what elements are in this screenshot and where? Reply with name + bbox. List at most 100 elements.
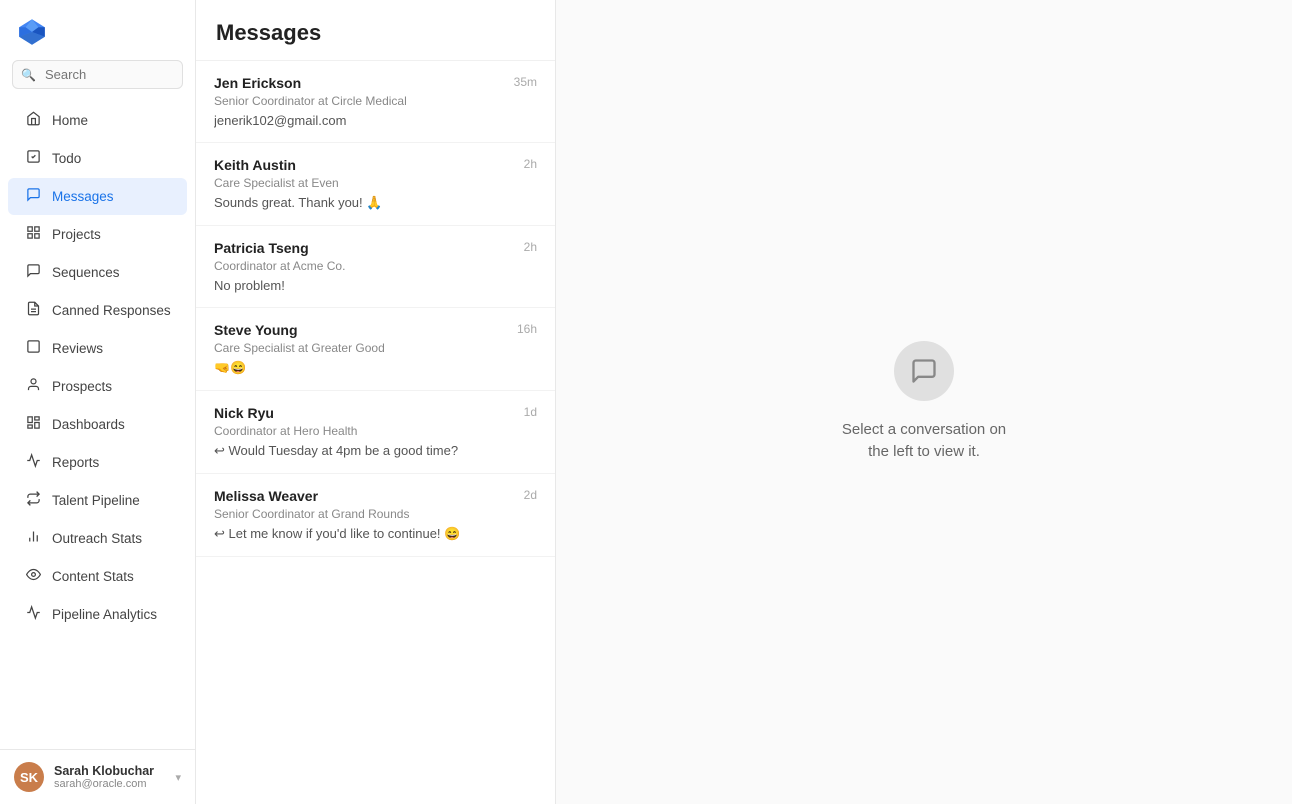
- conversation-item[interactable]: Jen Erickson 35m Senior Coordinator at C…: [196, 61, 555, 143]
- sidebar-item-label: Sequences: [52, 265, 120, 280]
- conv-top: Nick Ryu 1d: [214, 405, 537, 421]
- sidebar-item-canned-responses[interactable]: Canned Responses: [8, 292, 187, 329]
- sidebar-item-label: Home: [52, 113, 88, 128]
- conv-preview-text: jenerik102@gmail.com: [214, 113, 529, 128]
- search-input[interactable]: [12, 60, 183, 89]
- main-content: Messages Jen Erickson 35m Senior Coordin…: [196, 0, 1292, 804]
- page-title: Messages: [216, 20, 535, 46]
- conv-top: Melissa Weaver 2d: [214, 488, 537, 504]
- sidebar-item-label: Dashboards: [52, 417, 125, 432]
- conv-preview-text: No problem!: [214, 278, 529, 293]
- conv-preview: ↩ Let me know if you'd like to continue!…: [214, 526, 537, 542]
- sidebar-item-todo[interactable]: Todo: [8, 140, 187, 177]
- conv-name: Melissa Weaver: [214, 488, 318, 504]
- sidebar-item-sequences[interactable]: Sequences: [8, 254, 187, 291]
- conv-name: Patricia Tseng: [214, 240, 309, 256]
- conv-top: Steve Young 16h: [214, 322, 537, 338]
- conv-preview: ↩ Would Tuesday at 4pm be a good time?: [214, 443, 537, 459]
- empty-icon: [894, 341, 954, 401]
- projects-icon: [24, 225, 42, 244]
- conversation-item[interactable]: Melissa Weaver 2d Senior Coordinator at …: [196, 474, 555, 557]
- conv-time: 16h: [517, 322, 537, 336]
- sidebar-item-talent-pipeline[interactable]: Talent Pipeline: [8, 482, 187, 519]
- search-box[interactable]: 🔍: [12, 60, 183, 89]
- conv-preview-text: 🤜😄: [214, 360, 529, 376]
- conv-name: Keith Austin: [214, 157, 296, 173]
- sidebar: 🔍 Home Todo Messages Projects Sequences …: [0, 0, 196, 804]
- sidebar-item-outreach-stats[interactable]: Outreach Stats: [8, 520, 187, 557]
- nav-menu: Home Todo Messages Projects Sequences Ca…: [0, 101, 195, 749]
- conversation-item[interactable]: Nick Ryu 1d Coordinator at Hero Health ↩…: [196, 391, 555, 474]
- search-icon: 🔍: [21, 68, 36, 82]
- sequences-icon: [24, 263, 42, 282]
- user-email: sarah@oracle.com: [54, 778, 165, 790]
- sidebar-item-reports[interactable]: Reports: [8, 444, 187, 481]
- dashboards-icon: [24, 415, 42, 434]
- conv-name: Jen Erickson: [214, 75, 301, 91]
- conversation-item[interactable]: Keith Austin 2h Care Specialist at Even …: [196, 143, 555, 226]
- conversation-item[interactable]: Steve Young 16h Care Specialist at Great…: [196, 308, 555, 391]
- user-profile[interactable]: SK Sarah Klobuchar sarah@oracle.com ▾: [0, 749, 195, 804]
- sidebar-item-prospects[interactable]: Prospects: [8, 368, 187, 405]
- chevron-down-icon: ▾: [175, 771, 181, 784]
- conversation-item[interactable]: Patricia Tseng 2h Coordinator at Acme Co…: [196, 226, 555, 308]
- conv-role: Coordinator at Hero Health: [214, 424, 537, 438]
- conversation-list: Jen Erickson 35m Senior Coordinator at C…: [196, 61, 555, 804]
- sidebar-item-projects[interactable]: Projects: [8, 216, 187, 253]
- sidebar-item-label: Content Stats: [52, 569, 134, 584]
- user-name: Sarah Klobuchar: [54, 764, 165, 778]
- messages-icon: [24, 187, 42, 206]
- todo-icon: [24, 149, 42, 168]
- prospects-icon: [24, 377, 42, 396]
- avatar: SK: [14, 762, 44, 792]
- pipeline-analytics-icon: [24, 605, 42, 624]
- conv-preview-text: Sounds great. Thank you! 🙏: [214, 195, 529, 211]
- conv-name: Steve Young: [214, 322, 298, 338]
- conv-time: 35m: [514, 75, 537, 89]
- conv-preview: No problem!: [214, 278, 537, 293]
- conv-preview: Sounds great. Thank you! 🙏: [214, 195, 537, 211]
- sidebar-item-label: Reviews: [52, 341, 103, 356]
- conv-role: Care Specialist at Even: [214, 176, 537, 190]
- sidebar-item-home[interactable]: Home: [8, 102, 187, 139]
- sidebar-item-reviews[interactable]: Reviews: [8, 330, 187, 367]
- sidebar-item-pipeline-analytics[interactable]: Pipeline Analytics: [8, 596, 187, 633]
- sidebar-item-dashboards[interactable]: Dashboards: [8, 406, 187, 443]
- talent-pipeline-icon: [24, 491, 42, 510]
- empty-state-text: Select a conversation on the left to vie…: [842, 419, 1006, 464]
- outreach-stats-icon: [24, 529, 42, 548]
- conv-time: 2h: [524, 240, 537, 254]
- conv-role: Senior Coordinator at Grand Rounds: [214, 507, 537, 521]
- sidebar-item-label: Talent Pipeline: [52, 493, 140, 508]
- sidebar-item-label: Todo: [52, 151, 81, 166]
- conv-preview: 🤜😄: [214, 360, 537, 376]
- messages-header: Messages: [196, 0, 555, 61]
- sidebar-item-label: Projects: [52, 227, 101, 242]
- conv-time: 1d: [524, 405, 537, 419]
- sidebar-item-messages[interactable]: Messages: [8, 178, 187, 215]
- conv-role: Senior Coordinator at Circle Medical: [214, 94, 537, 108]
- conv-top: Keith Austin 2h: [214, 157, 537, 173]
- conv-preview-text: ↩ Let me know if you'd like to continue!…: [214, 526, 529, 542]
- sidebar-item-label: Prospects: [52, 379, 112, 394]
- home-icon: [24, 111, 42, 130]
- logo-area: [0, 0, 195, 60]
- sidebar-item-label: Canned Responses: [52, 303, 171, 318]
- canned-responses-icon: [24, 301, 42, 320]
- conv-role: Care Specialist at Greater Good: [214, 341, 537, 355]
- conv-name: Nick Ryu: [214, 405, 274, 421]
- sidebar-item-label: Outreach Stats: [52, 531, 142, 546]
- conv-preview-text: ↩ Would Tuesday at 4pm be a good time?: [214, 443, 529, 459]
- empty-line2: the left to view it.: [868, 443, 980, 460]
- sidebar-item-label: Messages: [52, 189, 114, 204]
- reviews-icon: [24, 339, 42, 358]
- empty-line1: Select a conversation on: [842, 421, 1006, 438]
- messages-panel: Messages Jen Erickson 35m Senior Coordin…: [196, 0, 556, 804]
- conv-top: Patricia Tseng 2h: [214, 240, 537, 256]
- sidebar-item-content-stats[interactable]: Content Stats: [8, 558, 187, 595]
- sidebar-item-label: Reports: [52, 455, 99, 470]
- reports-icon: [24, 453, 42, 472]
- app-logo: [16, 16, 48, 48]
- empty-state: Select a conversation on the left to vie…: [556, 0, 1292, 804]
- conv-time: 2h: [524, 157, 537, 171]
